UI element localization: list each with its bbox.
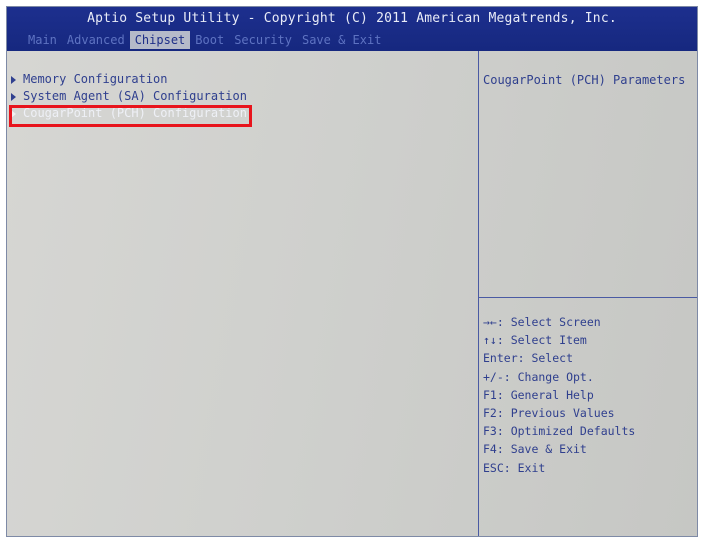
help-description: CougarPoint (PCH) Parameters [483, 73, 686, 87]
header-bar: Aptio Setup Utility - Copyright (C) 2011… [7, 7, 697, 51]
help-panel: CougarPoint (PCH) Parameters →←: Select … [479, 51, 697, 536]
tab-boot[interactable]: Boot [190, 31, 229, 49]
submenu-arrow-icon [11, 92, 16, 101]
selection-highlight-box [9, 105, 252, 127]
tab-main[interactable]: Main [23, 31, 62, 49]
bios-screen: Aptio Setup Utility - Copyright (C) 2011… [6, 6, 698, 537]
tab-chipset[interactable]: Chipset [129, 31, 191, 49]
key-hint: +/-: Change Opt. [483, 369, 594, 384]
help-divider [479, 297, 697, 298]
key-hint: →←: Select Screen [483, 315, 601, 329]
menu-item-system-agent-configuration[interactable]: System Agent (SA) Configuration [11, 88, 247, 105]
tab-save-exit[interactable]: Save & Exit [297, 31, 386, 49]
menu-item-memory-configuration[interactable]: Memory Configuration [11, 71, 247, 88]
menu-item-label: Memory Configuration [23, 72, 168, 86]
key-hint: ESC: Exit [483, 460, 546, 475]
key-hint: F3: Optimized Defaults [483, 424, 636, 439]
key-hint: F2: Previous Values [483, 406, 615, 421]
key-legend: →←: Select Screen ↑↓: Select Item Enter:… [483, 313, 635, 477]
submenu-arrow-icon [11, 75, 16, 84]
tab-security[interactable]: Security [229, 31, 297, 49]
menu-item-label: System Agent (SA) Configuration [23, 89, 247, 103]
app-title: Aptio Setup Utility - Copyright (C) 2011… [87, 11, 617, 26]
key-hint: ↑↓: Select Item [483, 333, 587, 348]
settings-panel: Memory Configuration System Agent (SA) C… [7, 51, 479, 536]
tab-bar: Main Advanced Chipset Boot Security Save… [23, 31, 386, 49]
tab-advanced[interactable]: Advanced [62, 31, 130, 49]
key-hint: F1: General Help [483, 387, 594, 402]
key-hint: Enter: Select [483, 351, 574, 366]
content-area: Memory Configuration System Agent (SA) C… [7, 51, 697, 536]
key-hint: F4: Save & Exit [483, 442, 587, 457]
